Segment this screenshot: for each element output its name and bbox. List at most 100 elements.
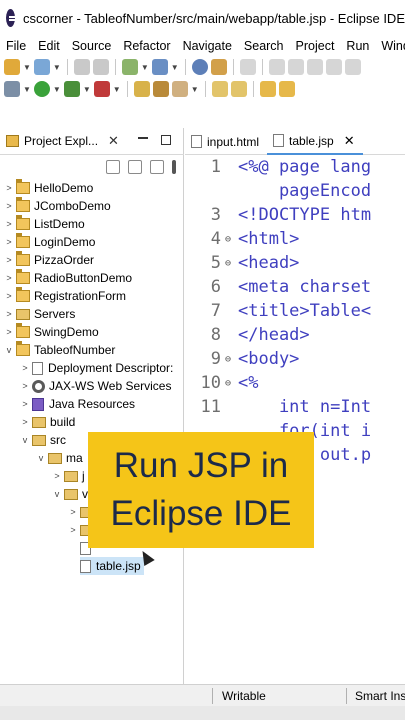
open-type-icon[interactable] [133, 81, 150, 97]
chevron-right-icon[interactable]: > [4, 273, 14, 283]
chevron-right-icon[interactable]: > [20, 399, 30, 409]
tree-item[interactable]: > Java Resources [20, 395, 135, 413]
chevron-down-icon[interactable]: v [20, 435, 30, 445]
filter-icon[interactable] [150, 160, 164, 174]
save-all-icon[interactable] [92, 59, 109, 75]
tree-item[interactable]: v ma [36, 449, 83, 467]
chevron-right-icon[interactable]: > [20, 381, 30, 391]
tree-item[interactable]: > RadioButtonDemo [4, 269, 132, 287]
gear-icon[interactable] [4, 81, 20, 97]
project-explorer: Project Expl... ✕ > HelloDemo > JComboDemo… [0, 128, 184, 684]
close-icon[interactable]: ✕ [108, 133, 119, 149]
chevron-right-icon[interactable]: > [4, 201, 14, 211]
tree-item-selected[interactable]: table.jsp [80, 557, 144, 575]
close-icon[interactable]: ✕ [344, 133, 355, 149]
menu-file[interactable]: File [0, 39, 32, 53]
terminate-icon[interactable] [306, 59, 323, 75]
menu-project[interactable]: Project [290, 39, 341, 53]
tree-item[interactable]: vv [52, 485, 88, 503]
debug-icon[interactable] [63, 81, 80, 97]
tree-item[interactable]: > Deployment Descriptor: [20, 359, 173, 377]
chevron-right-icon[interactable]: > [20, 363, 30, 373]
fold-collapse-icon[interactable]: ⊖ [225, 258, 235, 269]
menu-navigate[interactable]: Navigate [177, 39, 238, 53]
chevron-right-icon[interactable]: > [4, 183, 14, 193]
tree-item[interactable]: > Servers [4, 305, 75, 323]
menu-source[interactable]: Source [66, 39, 118, 53]
tree-item[interactable]: > SwingDemo [4, 323, 99, 341]
fold-collapse-icon[interactable]: ⊖ [225, 354, 235, 365]
tree-item[interactable]: v TableofNumber [4, 341, 115, 359]
chevron-right-icon[interactable]: > [4, 219, 14, 229]
tree-item[interactable]: > HelloDemo [4, 179, 93, 197]
build-icon[interactable] [121, 59, 138, 75]
chevron-down-icon[interactable]: ▼ [141, 63, 149, 72]
tree-item[interactable]: v src [20, 431, 66, 449]
chevron-down-icon[interactable]: ▼ [53, 63, 61, 72]
chevron-down-icon[interactable]: ▼ [83, 85, 91, 94]
next-annotation-icon[interactable] [211, 81, 228, 97]
menu-window[interactable]: Windo [375, 39, 405, 53]
chevron-right-icon[interactable]: > [20, 417, 30, 427]
back-icon[interactable] [259, 81, 276, 97]
chevron-down-icon[interactable]: ▼ [171, 63, 179, 72]
chevron-down-icon[interactable]: v [4, 345, 14, 355]
tab-input-html[interactable]: input.html [185, 128, 267, 155]
chevron-down-icon[interactable]: ▼ [53, 85, 61, 94]
open-task-icon[interactable] [152, 81, 169, 97]
chevron-down-icon[interactable]: v [36, 453, 46, 463]
code-area[interactable]: 1 <%@ page lang pageEncod 3 <!DOCTYPE htm … [185, 155, 405, 684]
fold-collapse-icon[interactable]: ⊖ [225, 378, 235, 389]
link-editor-icon[interactable] [128, 160, 142, 174]
tree-item[interactable]: > j [52, 467, 84, 485]
menu-refactor[interactable]: Refactor [117, 39, 176, 53]
chevron-down-icon[interactable]: ▼ [23, 85, 31, 94]
menu-edit[interactable]: Edit [32, 39, 66, 53]
tree-item[interactable]: > build [20, 413, 75, 431]
run-icon[interactable] [33, 81, 50, 97]
terminal-icon[interactable] [239, 59, 256, 75]
tab-table-jsp[interactable]: table.jsp ✕ [267, 128, 363, 155]
chevron-right-icon[interactable]: > [68, 525, 78, 535]
collapse-all-icon[interactable] [106, 160, 120, 174]
menu-run[interactable]: Run [340, 39, 375, 53]
view-menu-icon[interactable] [172, 160, 176, 174]
chevron-down-icon[interactable]: ▼ [23, 63, 31, 72]
menu-search[interactable]: Search [238, 39, 290, 53]
disconnect-icon[interactable] [325, 59, 342, 75]
tree-item[interactable]: > JAX-WS Web Services [20, 377, 171, 395]
project-explorer-tab[interactable]: Project Expl... ✕ [0, 128, 184, 155]
external-tools-icon[interactable] [93, 81, 110, 97]
suspend-icon[interactable] [287, 59, 304, 75]
new-icon[interactable] [4, 59, 20, 75]
save-icon[interactable] [73, 59, 90, 75]
package-icon[interactable] [210, 59, 227, 75]
chevron-right-icon[interactable]: > [4, 237, 14, 247]
web-browser-icon[interactable] [151, 59, 168, 75]
chevron-down-icon[interactable]: ▼ [113, 85, 121, 94]
chevron-right-icon[interactable]: > [68, 507, 78, 517]
chevron-right-icon[interactable]: > [4, 327, 14, 337]
chevron-right-icon[interactable]: > [4, 291, 14, 301]
status-writable: Writable [222, 689, 266, 703]
maximize-icon[interactable] [161, 135, 171, 145]
minimize-icon[interactable] [138, 137, 148, 139]
chevron-right-icon[interactable]: > [4, 255, 14, 265]
previous-annotation-icon[interactable] [230, 81, 247, 97]
pen-icon[interactable] [171, 81, 188, 97]
chevron-down-icon[interactable]: v [52, 489, 62, 499]
step-into-icon[interactable] [344, 59, 361, 75]
resume-icon[interactable] [268, 59, 285, 75]
chevron-right-icon[interactable]: > [4, 309, 14, 319]
tree-item[interactable]: > PizzaOrder [4, 251, 94, 269]
open-icon[interactable] [33, 59, 50, 75]
chevron-right-icon[interactable]: > [52, 471, 62, 481]
chevron-down-icon[interactable]: ▼ [191, 85, 199, 94]
tree-item[interactable]: > RegistrationForm [4, 287, 126, 305]
tree-item[interactable]: > LoginDemo [4, 233, 95, 251]
tree-item[interactable]: > ListDemo [4, 215, 85, 233]
globe-icon[interactable] [191, 59, 208, 75]
tree-item[interactable]: > JComboDemo [4, 197, 111, 215]
fold-collapse-icon[interactable]: ⊖ [225, 234, 235, 245]
forward-icon[interactable] [278, 81, 295, 97]
